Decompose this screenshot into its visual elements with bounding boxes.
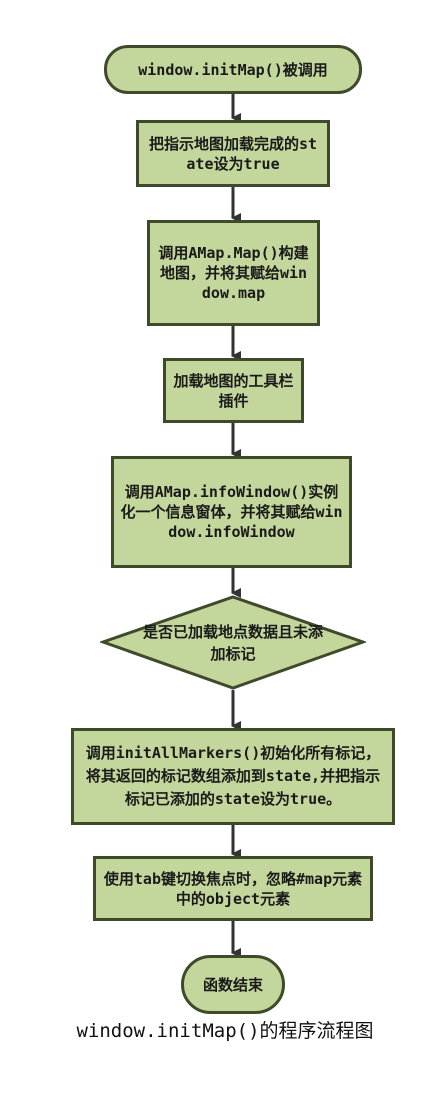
start-terminal: window.initMap()被调用 bbox=[104, 45, 362, 94]
process-step-1: 把指示地图加载完成的state设为true bbox=[136, 120, 330, 187]
process-step-6: 使用tab键切换焦点时，忽略#map元素中的object元素 bbox=[93, 856, 373, 921]
process-step-3: 加载地图的工具栏插件 bbox=[163, 358, 304, 423]
process-step-4: 调用AMap.infoWindow()实例化一个信息窗体，并将其赋给window… bbox=[111, 456, 352, 568]
process-step-5-label: 调用initAllMarkers()初始化所有标记，将其返回的标记数组添加到st… bbox=[85, 744, 381, 808]
end-label: 函数结束 bbox=[202, 975, 263, 994]
process-step-2-label: 调用AMap.Map()构建地图，并将其赋给window.map bbox=[158, 244, 309, 302]
process-step-4-label: 调用AMap.infoWindow()实例化一个信息窗体，并将其赋给window… bbox=[120, 483, 343, 541]
figure-caption: window.initMap()的程序流程图 bbox=[76, 1020, 374, 1042]
process-step-3-label: 加载地图的工具栏插件 bbox=[173, 371, 294, 410]
process-step-2: 调用AMap.Map()构建地图，并将其赋给window.map bbox=[147, 220, 320, 326]
start-label: window.initMap()被调用 bbox=[138, 60, 328, 79]
process-step-1-label: 把指示地图加载完成的state设为true bbox=[148, 134, 318, 173]
end-terminal: 函数结束 bbox=[181, 955, 285, 1014]
decision-node: 是否已加载地点数据且未添加标记 bbox=[98, 595, 368, 690]
process-step-5: 调用initAllMarkers()初始化所有标记，将其返回的标记数组添加到st… bbox=[71, 728, 395, 825]
process-step-6-label: 使用tab键切换焦点时，忽略#map元素中的object元素 bbox=[103, 869, 363, 908]
decision-label: 是否已加载地点数据且未添加标记 bbox=[142, 622, 323, 663]
